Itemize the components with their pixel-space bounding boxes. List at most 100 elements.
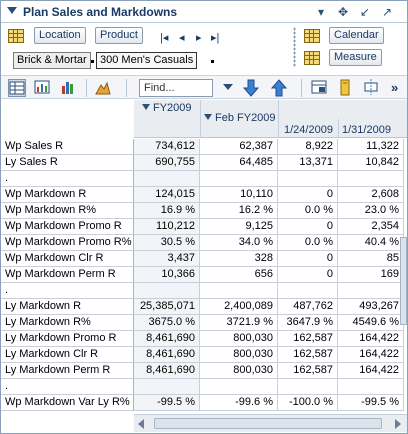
grid-cell[interactable]: 162,587	[278, 347, 338, 363]
grid-cell[interactable]	[134, 171, 200, 187]
grid-cell[interactable]: -100.0 %	[278, 395, 338, 411]
first-page-icon[interactable]: |◂	[160, 31, 168, 45]
grid-cell[interactable]: 656	[200, 267, 278, 283]
scroll-right-icon[interactable]	[395, 419, 401, 429]
grid-cell[interactable]: 110,212	[134, 219, 200, 235]
move-icon[interactable]: ✥	[335, 4, 351, 20]
grid-cell[interactable]: 800,030	[200, 331, 278, 347]
grid-cell[interactable]: 25,385,071	[134, 299, 200, 315]
grid-cell[interactable]: 64,485	[200, 155, 278, 171]
grid-cell[interactable]: 23.0 %	[338, 203, 404, 219]
area-chart-button[interactable]	[95, 79, 113, 97]
grid-cell[interactable]: 0	[278, 267, 338, 283]
grid-cell[interactable]	[338, 283, 404, 299]
grid-cell[interactable]: 40.4 %	[338, 235, 404, 251]
grid-cell[interactable]: 8,461,690	[134, 347, 200, 363]
grid-cell[interactable]: 734,612	[134, 139, 200, 155]
grid-cell[interactable]	[338, 379, 404, 395]
location-button[interactable]: Location	[34, 27, 86, 44]
highlight-button[interactable]	[337, 79, 355, 97]
grid-cell[interactable]: 8,922	[278, 139, 338, 155]
grid-cell[interactable]: 2,400,089	[200, 299, 278, 315]
grid-cell[interactable]: 8,461,690	[134, 363, 200, 379]
grid-cell[interactable]: 9,125	[200, 219, 278, 235]
grid-cell[interactable]: 164,422	[338, 331, 404, 347]
grid-cell[interactable]: 800,030	[200, 363, 278, 379]
collapse-icon[interactable]	[7, 7, 17, 14]
grid-chart-button[interactable]	[34, 79, 52, 97]
horizontal-scrollbar[interactable]	[134, 414, 407, 432]
column-header-fy2009[interactable]: FY2009	[142, 102, 192, 114]
chevron-down-icon[interactable]: ▾	[313, 4, 329, 20]
grid-cell[interactable]: 164,422	[338, 347, 404, 363]
grid-cell[interactable]: 85	[338, 251, 404, 267]
scroll-left-icon[interactable]	[138, 419, 144, 429]
grid-cell[interactable]	[134, 283, 200, 299]
product-button[interactable]: Product	[95, 27, 143, 44]
grid-cell[interactable]: 4549.6 %	[338, 315, 404, 331]
grid-cell[interactable]: 2,354	[338, 219, 404, 235]
grid-cell[interactable]: 124,015	[134, 187, 200, 203]
chart-view-button[interactable]	[60, 79, 78, 97]
swap-axes-button[interactable]	[363, 79, 381, 97]
grid-cell[interactable]: 0	[278, 219, 338, 235]
expand-icon[interactable]: ↗	[379, 4, 395, 20]
next-page-icon[interactable]: ▸	[196, 31, 202, 45]
grid-cell[interactable]: 0	[278, 187, 338, 203]
collapse-triangle-icon[interactable]	[142, 104, 150, 110]
more-toolbar-button[interactable]: »	[391, 80, 398, 95]
format-button[interactable]	[311, 79, 329, 97]
find-input[interactable]: Find...	[139, 79, 213, 97]
grid-cell[interactable]: 328	[200, 251, 278, 267]
grid-cell[interactable]: -99.5 %	[338, 395, 404, 411]
grid-cell[interactable]: 0.0 %	[278, 203, 338, 219]
grid-cell[interactable]	[200, 283, 278, 299]
grid-cell[interactable]: 3675.0 %	[134, 315, 200, 331]
grid-cell[interactable]	[278, 171, 338, 187]
grid-cell[interactable]: 162,587	[278, 363, 338, 379]
vertical-scrollbar-thumb[interactable]	[400, 237, 407, 325]
calendar-button[interactable]: Calendar	[329, 27, 384, 44]
grid-cell[interactable]	[134, 379, 200, 395]
grid-cell[interactable]: 13,371	[278, 155, 338, 171]
grid-cell[interactable]: 16.9 %	[134, 203, 200, 219]
last-page-icon[interactable]: ▸|	[211, 31, 219, 45]
grid-cell[interactable]: 169	[338, 267, 404, 283]
grid-cell[interactable]: 11,322	[338, 139, 404, 155]
grid-cell[interactable]: 30.5 %	[134, 235, 200, 251]
find-next-button[interactable]	[242, 79, 261, 97]
grid-cell[interactable]: -99.5 %	[134, 395, 200, 411]
grid-cell[interactable]: 3,437	[134, 251, 200, 267]
previous-page-icon[interactable]: ◂	[179, 31, 185, 45]
breadcrumb-mens-casuals[interactable]: 300 Men's Casuals	[96, 52, 198, 69]
grid-cell[interactable]: 10,110	[200, 187, 278, 203]
grid-cell[interactable]	[278, 283, 338, 299]
grid-cell[interactable]: 487,762	[278, 299, 338, 315]
column-header-feb-fy2009[interactable]: Feb FY2009	[204, 112, 276, 124]
horizontal-scrollbar-thumb[interactable]	[154, 418, 382, 429]
find-previous-button[interactable]	[270, 79, 289, 97]
breadcrumb-brick-mortar[interactable]: Brick & Mortar	[13, 52, 91, 69]
grid-view-button[interactable]	[8, 79, 26, 97]
grid-cell[interactable]: 8,461,690	[134, 331, 200, 347]
measure-button[interactable]: Measure	[329, 49, 382, 66]
grid-cell[interactable]: 800,030	[200, 347, 278, 363]
grid-cell[interactable]: 2,608	[338, 187, 404, 203]
grid-cell[interactable]: 34.0 %	[200, 235, 278, 251]
grid-cell[interactable]: 0	[278, 251, 338, 267]
grid-cell[interactable]: 164,422	[338, 363, 404, 379]
grid-cell[interactable]: 493,267	[338, 299, 404, 315]
column-header-week-1[interactable]: 1/24/2009	[284, 124, 333, 136]
grid-cell[interactable]: 3721.9 %	[200, 315, 278, 331]
grid-cell[interactable]: 16.2 %	[200, 203, 278, 219]
grid-cell[interactable]	[278, 379, 338, 395]
grid-cell[interactable]	[200, 379, 278, 395]
grid-cell[interactable]: -99.6 %	[200, 395, 278, 411]
grid-cell[interactable]: 62,387	[200, 139, 278, 155]
drag-handle-icon[interactable]	[293, 27, 296, 67]
grid-cell[interactable]: 10,842	[338, 155, 404, 171]
grid-cell[interactable]: 3647.9 %	[278, 315, 338, 331]
collapse-triangle-icon[interactable]	[204, 114, 212, 120]
grid-cell[interactable]	[200, 171, 278, 187]
shrink-icon[interactable]: ↙	[357, 4, 373, 20]
